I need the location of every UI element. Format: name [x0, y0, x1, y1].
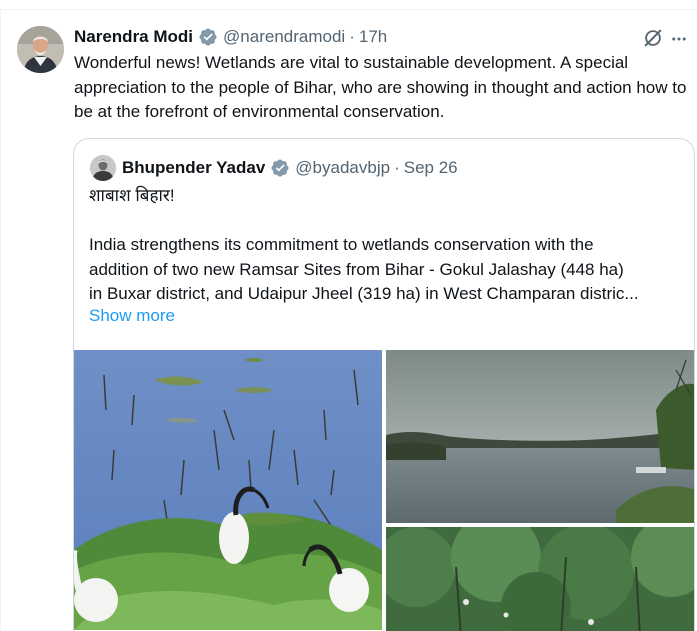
top-divider [0, 0, 697, 10]
quoted-tweet-header: Bhupender Yadav @byadavbjp · Sep 26 [122, 156, 458, 180]
left-divider [0, 10, 1, 631]
media-photo-trees[interactable] [386, 527, 694, 631]
quoted-author-avatar[interactable] [90, 155, 116, 181]
quoted-media-grid [74, 350, 694, 631]
quoted-text-line: India strengthens its commitment to wetl… [89, 235, 594, 254]
more-options-icon[interactable] [668, 28, 690, 50]
grok-icon[interactable] [642, 27, 664, 49]
separator-dot: · [349, 27, 355, 46]
quoted-tweet[interactable]: Bhupender Yadav @byadavbjp · Sep 26 शाबा… [73, 138, 695, 631]
quoted-text-line [89, 209, 689, 234]
author-handle[interactable]: @narendramodi [223, 27, 345, 47]
tweet-time[interactable]: 17h [359, 27, 387, 47]
tweet-header: Narendra Modi @narendramodi · 17h [74, 26, 387, 48]
verified-badge-icon[interactable] [270, 158, 290, 178]
media-photo-lake[interactable] [386, 350, 694, 523]
quoted-author-name[interactable]: Bhupender Yadav [122, 158, 265, 178]
quoted-text-line: शाबाश बिहार! [89, 186, 175, 205]
quoted-tweet-text: शाबाश बिहार! India strengthens its commi… [89, 184, 689, 307]
quoted-tweet-date[interactable]: Sep 26 [404, 158, 458, 178]
verified-badge-icon[interactable] [198, 27, 218, 47]
quoted-author-handle[interactable]: @byadavbjp [295, 158, 390, 178]
media-photo-wetland-birds[interactable] [74, 350, 382, 630]
quoted-text-line: addition of two new Ramsar Sites from Bi… [89, 259, 624, 279]
quoted-text-line: in Buxar district, and Udaipur Jheel (31… [89, 284, 639, 303]
show-more-link[interactable]: Show more [89, 306, 175, 326]
author-name[interactable]: Narendra Modi [74, 27, 193, 47]
author-avatar[interactable] [17, 26, 64, 73]
separator-dot: · [394, 158, 400, 177]
tweet-text: Wonderful news! Wetlands are vital to su… [74, 53, 687, 121]
